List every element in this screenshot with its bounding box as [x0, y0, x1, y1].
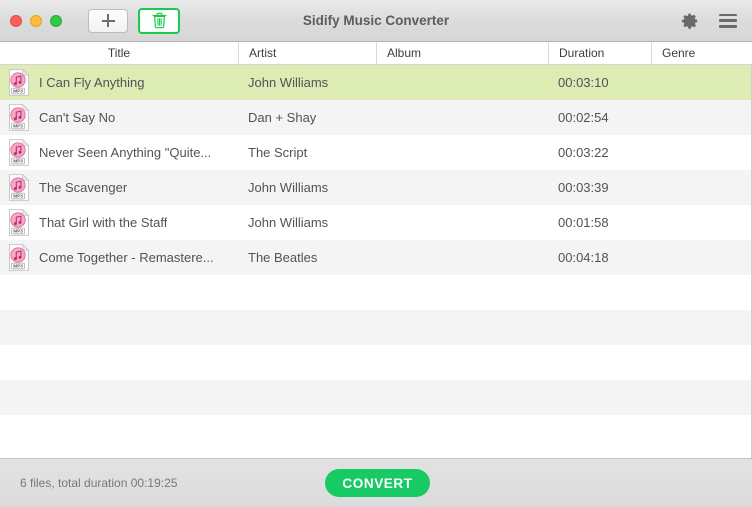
svg-text:MP3: MP3 — [13, 89, 23, 94]
table-row[interactable]: MP3 That Girl with the Staff John Williams… — [0, 205, 751, 240]
mp3-file-icon: MP3 — [8, 174, 30, 201]
add-files-button[interactable] — [88, 8, 128, 33]
app-window: Sidify Music Converter Title Artist Albu… — [0, 0, 752, 507]
cell-duration: 00:03:39 — [558, 180, 609, 195]
column-header-genre[interactable]: Genre — [651, 42, 752, 64]
cell-duration: 00:01:58 — [558, 215, 609, 230]
titlebar-right-controls — [680, 11, 738, 31]
empty-row — [0, 380, 751, 415]
menu-button[interactable] — [718, 11, 738, 31]
mp3-file-icon: MP3 — [9, 174, 30, 201]
trash-icon — [152, 12, 166, 29]
toolbar-buttons — [88, 7, 180, 34]
cell-duration: 00:02:54 — [558, 110, 609, 125]
empty-row — [0, 310, 751, 345]
empty-row — [0, 415, 751, 450]
table-column-header: Title Artist Album Duration Genre — [0, 42, 752, 65]
track-list[interactable]: MP3 I Can Fly Anything John Williams 00:03:… — [0, 65, 752, 458]
empty-row — [0, 275, 751, 310]
cell-artist: John Williams — [248, 180, 329, 195]
track-title: I Can Fly Anything — [39, 75, 145, 90]
cell-duration: 00:03:10 — [558, 75, 609, 90]
track-title: Come Together - Remastere... — [39, 250, 214, 265]
mp3-file-icon: MP3 — [8, 139, 30, 166]
gear-icon — [681, 13, 698, 29]
track-title: That Girl with the Staff — [39, 215, 168, 230]
close-window-button[interactable] — [10, 14, 22, 27]
cell-duration: 00:03:22 — [558, 145, 609, 160]
mp3-file-icon: MP3 — [8, 69, 30, 96]
cell-title: MP3 Never Seen Anything "Quite... — [0, 139, 238, 166]
svg-text:MP3: MP3 — [13, 159, 23, 164]
cell-artist: The Script — [248, 145, 308, 160]
cell-title: MP3 I Can Fly Anything — [0, 69, 238, 96]
track-title: Never Seen Anything "Quite... — [39, 145, 212, 160]
cell-artist: The Beatles — [248, 250, 318, 265]
column-header-title[interactable]: Title — [0, 42, 238, 64]
cell-title: MP3 That Girl with the Staff — [0, 209, 238, 236]
plus-icon — [101, 14, 115, 27]
cell-title: MP3 Come Together - Remastere... — [0, 244, 238, 271]
empty-row — [0, 345, 751, 380]
zoom-window-button[interactable] — [50, 14, 62, 27]
cell-artist: Dan + Shay — [248, 110, 317, 125]
mp3-file-icon: MP3 — [8, 244, 30, 271]
table-row[interactable]: MP3 Never Seen Anything "Quite... The Scri… — [0, 135, 751, 170]
cell-artist: John Williams — [248, 215, 329, 230]
table-row[interactable]: MP3 I Can Fly Anything John Williams 00:03:… — [0, 65, 751, 100]
track-title: Can't Say No — [39, 110, 116, 125]
svg-text:MP3: MP3 — [13, 124, 23, 129]
mp3-file-icon: MP3 — [9, 244, 30, 271]
minimize-window-button[interactable] — [30, 14, 42, 27]
table-row[interactable]: MP3 Come Together - Remastere... The Beatl… — [0, 240, 751, 275]
table-row[interactable]: MP3 Can't Say No Dan + Shay 00:02:54 — [0, 100, 751, 135]
delete-files-button[interactable] — [138, 7, 180, 34]
svg-text:MP3: MP3 — [13, 229, 23, 234]
window-controls — [10, 14, 62, 27]
cell-title: MP3 The Scavenger — [0, 174, 238, 201]
column-header-album[interactable]: Album — [376, 42, 548, 64]
hamburger-menu-icon — [719, 13, 737, 28]
track-title: The Scavenger — [39, 180, 128, 195]
svg-text:MP3: MP3 — [13, 194, 23, 199]
mp3-file-icon: MP3 — [9, 69, 30, 96]
mp3-file-icon: MP3 — [9, 209, 30, 236]
mp3-file-icon: MP3 — [8, 104, 30, 131]
statusbar: 6 files, total duration 00:19:25 CONVERT — [0, 458, 752, 507]
column-header-artist[interactable]: Artist — [238, 42, 376, 64]
settings-button[interactable] — [680, 11, 700, 31]
titlebar: Sidify Music Converter — [0, 0, 752, 42]
convert-button[interactable]: CONVERT — [325, 469, 430, 497]
mp3-file-icon: MP3 — [9, 139, 30, 166]
cell-artist: John Williams — [248, 75, 329, 90]
mp3-file-icon: MP3 — [8, 209, 30, 236]
column-header-duration[interactable]: Duration — [548, 42, 651, 64]
svg-text:MP3: MP3 — [13, 264, 23, 269]
mp3-file-icon: MP3 — [9, 104, 30, 131]
status-summary: 6 files, total duration 00:19:25 — [20, 476, 178, 490]
cell-title: MP3 Can't Say No — [0, 104, 238, 131]
cell-duration: 00:04:18 — [558, 250, 609, 265]
table-row[interactable]: MP3 The Scavenger John Williams 00:03:39 — [0, 170, 751, 205]
